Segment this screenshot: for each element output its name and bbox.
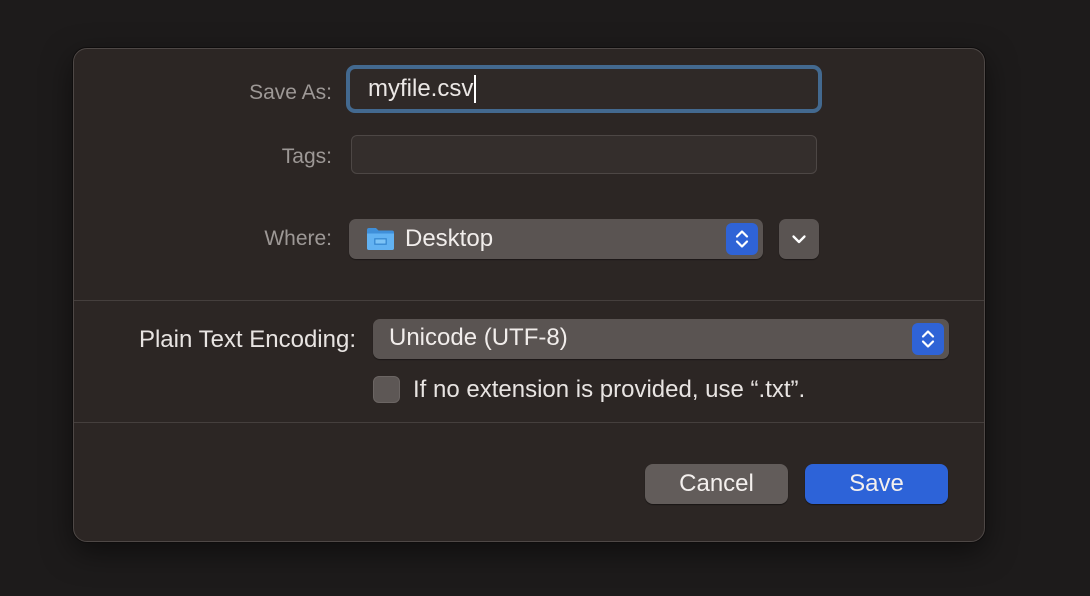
tags-label: Tags: (281, 145, 332, 168)
where-label: Where: (264, 227, 332, 250)
save-button[interactable]: Save (805, 464, 948, 504)
save-dialog: Save As: myfile.csv Tags: Where: Desktop (73, 48, 985, 542)
save-as-label: Save As: (249, 81, 332, 104)
text-caret (474, 75, 477, 103)
chevron-down-icon (791, 233, 807, 245)
save-as-value: myfile.csv (368, 75, 474, 102)
where-popup[interactable]: Desktop (349, 219, 763, 259)
divider-bottom (74, 422, 984, 423)
folder-icon (366, 226, 395, 251)
encoding-popup[interactable]: Unicode (UTF-8) (373, 319, 949, 359)
save-as-input[interactable]: myfile.csv (346, 65, 822, 113)
where-selected-label: Desktop (405, 225, 494, 252)
expand-dialog-button[interactable] (779, 219, 819, 259)
extension-checkbox[interactable] (373, 376, 400, 403)
divider-top (74, 300, 984, 301)
encoding-stepper-icon (912, 323, 944, 355)
extension-option-label: If no extension is provided, use “.txt”. (413, 376, 806, 403)
tags-input[interactable] (351, 135, 817, 174)
where-stepper-icon (726, 223, 758, 255)
encoding-selected-label: Unicode (UTF-8) (389, 324, 568, 351)
cancel-button[interactable]: Cancel (645, 464, 788, 504)
encoding-label: Plain Text Encoding: (138, 326, 356, 353)
